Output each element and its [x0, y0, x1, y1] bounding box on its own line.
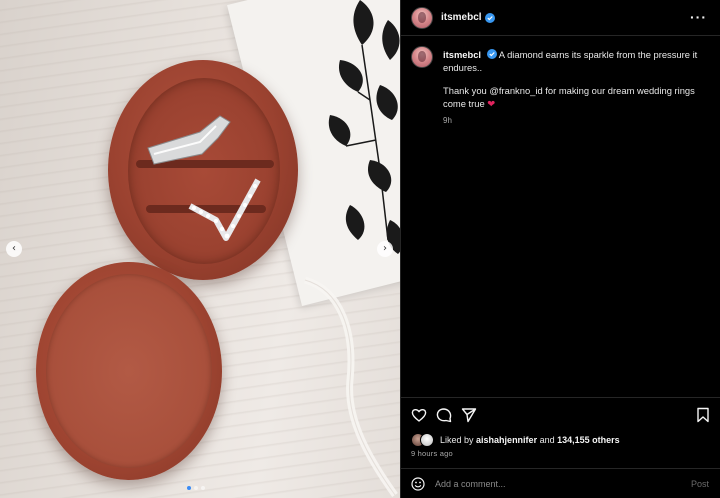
comment-icon[interactable] — [436, 407, 452, 423]
caption-timestamp[interactable]: 9h — [443, 114, 713, 127]
caption-username[interactable]: itsmebcl — [443, 49, 481, 60]
liked-by-user[interactable]: aishahjennifer — [476, 435, 537, 445]
comment-bar: Post — [401, 468, 720, 498]
likes-summary: Liked by aishahjennifer and 134,155 othe… — [411, 433, 620, 447]
likes-prefix: Liked by — [440, 435, 474, 445]
wedding-ring-plain — [147, 115, 231, 165]
carousel-dot — [194, 486, 198, 490]
verified-badge-icon — [484, 12, 495, 23]
leaf-print-decoration — [328, 0, 400, 254]
more-options-icon[interactable]: ··· — [690, 9, 707, 25]
caption-avatar[interactable] — [411, 46, 433, 68]
carousel-prev-button[interactable]: ‹ — [6, 241, 22, 257]
share-icon[interactable] — [461, 407, 477, 423]
wedding-ring-diamond — [188, 178, 261, 241]
post-details-panel: itsmebcl ··· itsmebcl A diamond earns it… — [400, 0, 720, 498]
emoji-icon[interactable] — [411, 476, 425, 491]
heart-icon[interactable] — [411, 407, 427, 423]
post-comment-button[interactable]: Post — [691, 479, 709, 489]
likes-others[interactable]: 134,155 others — [557, 435, 620, 445]
carousel-indicator — [187, 486, 205, 490]
post-timestamp[interactable]: 9 hours ago — [411, 449, 453, 458]
post-header: itsmebcl ··· — [401, 0, 720, 36]
heart-emoji: ❤ — [487, 98, 496, 109]
verified-badge-icon — [486, 49, 497, 59]
comment-input[interactable] — [435, 478, 691, 489]
liker-avatar[interactable] — [420, 433, 434, 447]
carousel-dot — [187, 486, 191, 490]
carousel-next-button[interactable]: › — [377, 241, 393, 257]
author-avatar[interactable] — [411, 6, 433, 29]
caption-line-1: A diamond earns its sparkle from the pre… — [443, 49, 698, 73]
caption-line-2: Thank you @frankno_id for making our dre… — [443, 85, 695, 109]
post-media[interactable]: ‹ › — [0, 0, 400, 498]
ribbon-decoration — [303, 276, 398, 498]
bookmark-icon[interactable] — [695, 407, 711, 423]
post-actions — [401, 397, 720, 431]
caption-text: itsmebcl A diamond earns its sparkle fro… — [443, 48, 713, 127]
likes-and: and — [539, 435, 555, 445]
author-username[interactable]: itsmebcl — [441, 12, 482, 23]
carousel-dot — [201, 486, 205, 490]
ring-box-lid-velvet — [46, 274, 212, 468]
